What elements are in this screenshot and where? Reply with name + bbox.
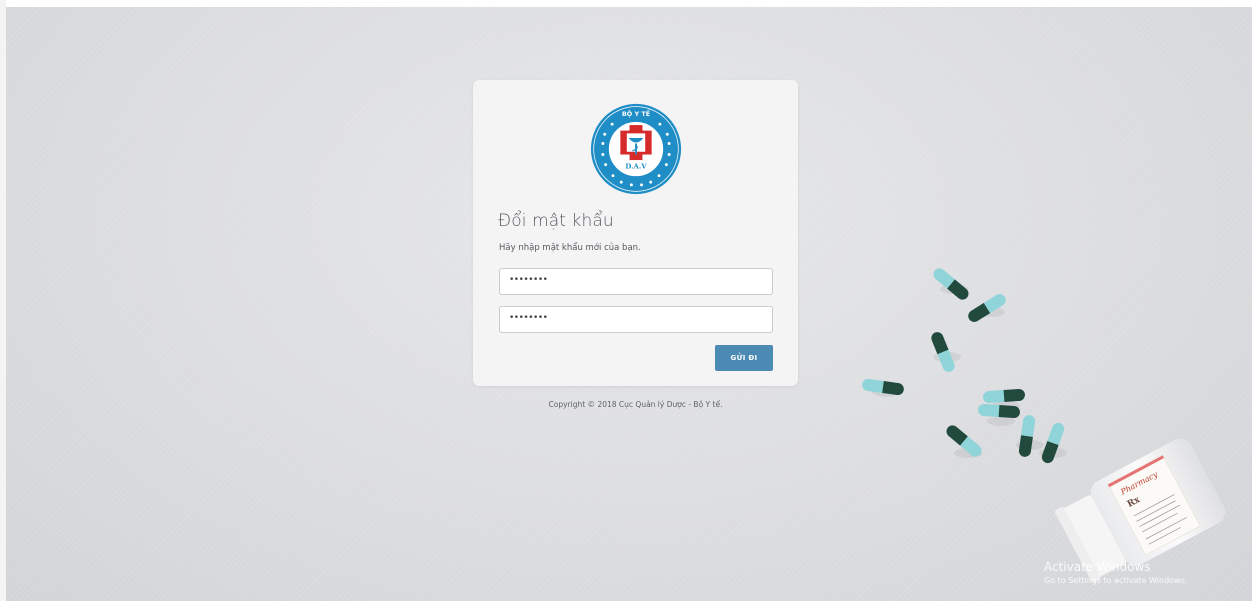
dav-emblem-icon: BỘ Y TẾ D.A.V [590,103,682,195]
pill [983,388,1025,404]
activate-windows-watermark: Activate Windows Go to Settings to activ… [1044,560,1187,586]
pill [931,332,955,372]
pill [968,294,1006,322]
new-password-field[interactable]: •••••••• [499,268,773,295]
watermark-subtitle: Go to Settings to activate Windows. [1044,576,1188,585]
svg-text:BỘ Y TẾ: BỘ Y TẾ [622,108,651,118]
top-strip [0,0,1252,7]
page-title: Đổi mật khẩu [498,211,614,231]
pill [1018,415,1036,457]
confirm-password-value: •••••••• [509,313,548,323]
change-password-card: BỘ Y TẾ D.A.V Đổi mật khẩu Hãy nhập mật … [473,80,798,386]
submit-button[interactable]: GỬI ĐI [715,345,773,371]
pill [933,268,969,300]
svg-text:D.A.V: D.A.V [625,162,647,170]
page-background: Pharmacy Rx BỘ Y TẾ D.A.V Đổi mật khẩu H… [6,7,1252,601]
watermark-title: Activate Windows [1044,560,1151,574]
confirm-password-field[interactable]: •••••••• [499,306,773,333]
new-password-value: •••••••• [509,275,548,285]
pill [1041,422,1065,464]
copyright-text: Copyright © 2018 Cục Quản lý Dược - Bộ Y… [548,400,723,409]
instruction-text: Hãy nhập mật khẩu mới của bạn. [499,243,641,253]
